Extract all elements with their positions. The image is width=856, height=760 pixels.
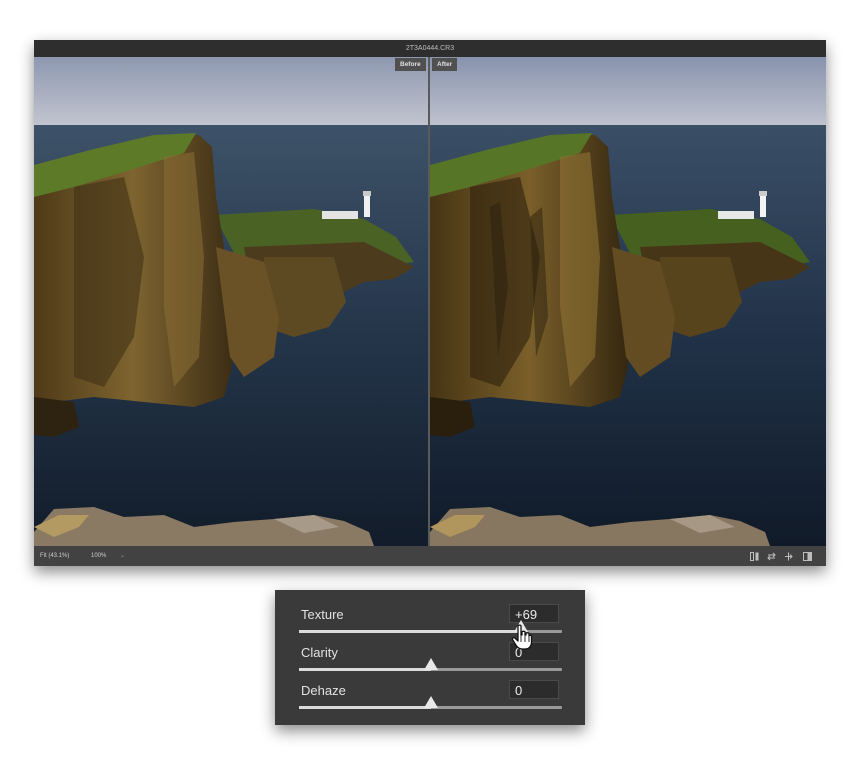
toggle-view-icon[interactable] [803,552,812,561]
fit-zoom-option[interactable]: Fit (43.1%) [40,546,69,566]
dehaze-slider[interactable] [299,696,562,709]
before-photo [34,57,428,546]
clarity-label: Clarity [301,645,338,660]
texture-slider-fill [299,630,522,633]
dehaze-label: Dehaze [301,683,346,698]
after-photo [430,57,826,546]
zoom-dropdown-icon[interactable]: ⌄ [120,546,125,566]
before-preview[interactable] [34,57,428,546]
after-label: After [432,58,458,71]
before-label: Before [395,58,426,71]
swap-settings-icon[interactable] [767,552,776,561]
window-title: 2T3A0444.CR3 [34,40,826,57]
slider-thumb-icon[interactable] [423,657,439,671]
texture-label: Texture [301,607,344,622]
before-after-toggle-icon[interactable] [750,552,759,561]
status-bar: Fit (43.1%) 100% ⌄ [34,546,826,566]
basic-adjustments-panel: Texture +69 Clarity 0 Dehaze 0 [275,590,585,725]
slider-thumb-icon[interactable] [423,695,439,709]
clarity-slider[interactable] [299,658,562,671]
clarity-slider-fill [299,668,431,671]
dehaze-value-field[interactable]: 0 [509,680,559,699]
zoom-100-option[interactable]: 100% [91,546,106,566]
dehaze-slider-fill [299,706,431,709]
after-preview[interactable] [430,57,826,546]
hand-pointer-icon [511,624,533,650]
preview-window: 2T3A0444.CR3 Before After Fit (43.1%) 10… [34,40,826,566]
copy-settings-icon[interactable] [784,552,793,561]
